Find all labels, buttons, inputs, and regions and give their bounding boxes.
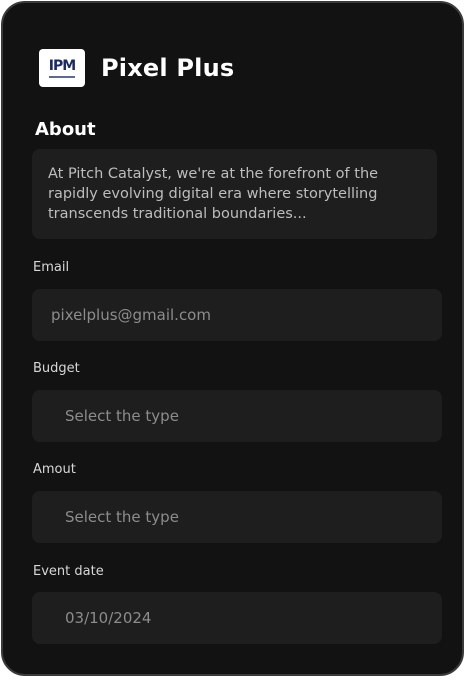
- brand-logo: IPM: [39, 49, 85, 87]
- brand-name: Pixel Plus: [101, 54, 235, 82]
- event-date-field[interactable]: 03/10/2024: [32, 592, 442, 644]
- event-date-label: Event date: [33, 564, 104, 579]
- email-field[interactable]: pixelplus@gmail.com: [32, 289, 442, 341]
- brand-header: IPM Pixel Plus: [39, 48, 234, 88]
- logo-underline: [49, 75, 75, 78]
- profile-card: IPM Pixel Plus About At Pitch Catalyst, …: [1, 1, 464, 676]
- about-title: About: [35, 119, 96, 140]
- about-text[interactable]: At Pitch Catalyst, we're at the forefron…: [32, 149, 437, 239]
- amount-label: Amout: [33, 462, 76, 477]
- logo-mark: IPM: [48, 57, 76, 74]
- amount-select[interactable]: Select the type: [32, 491, 442, 543]
- budget-label: Budget: [33, 361, 80, 376]
- email-label: Email: [33, 260, 70, 275]
- budget-select[interactable]: Select the type: [32, 390, 442, 442]
